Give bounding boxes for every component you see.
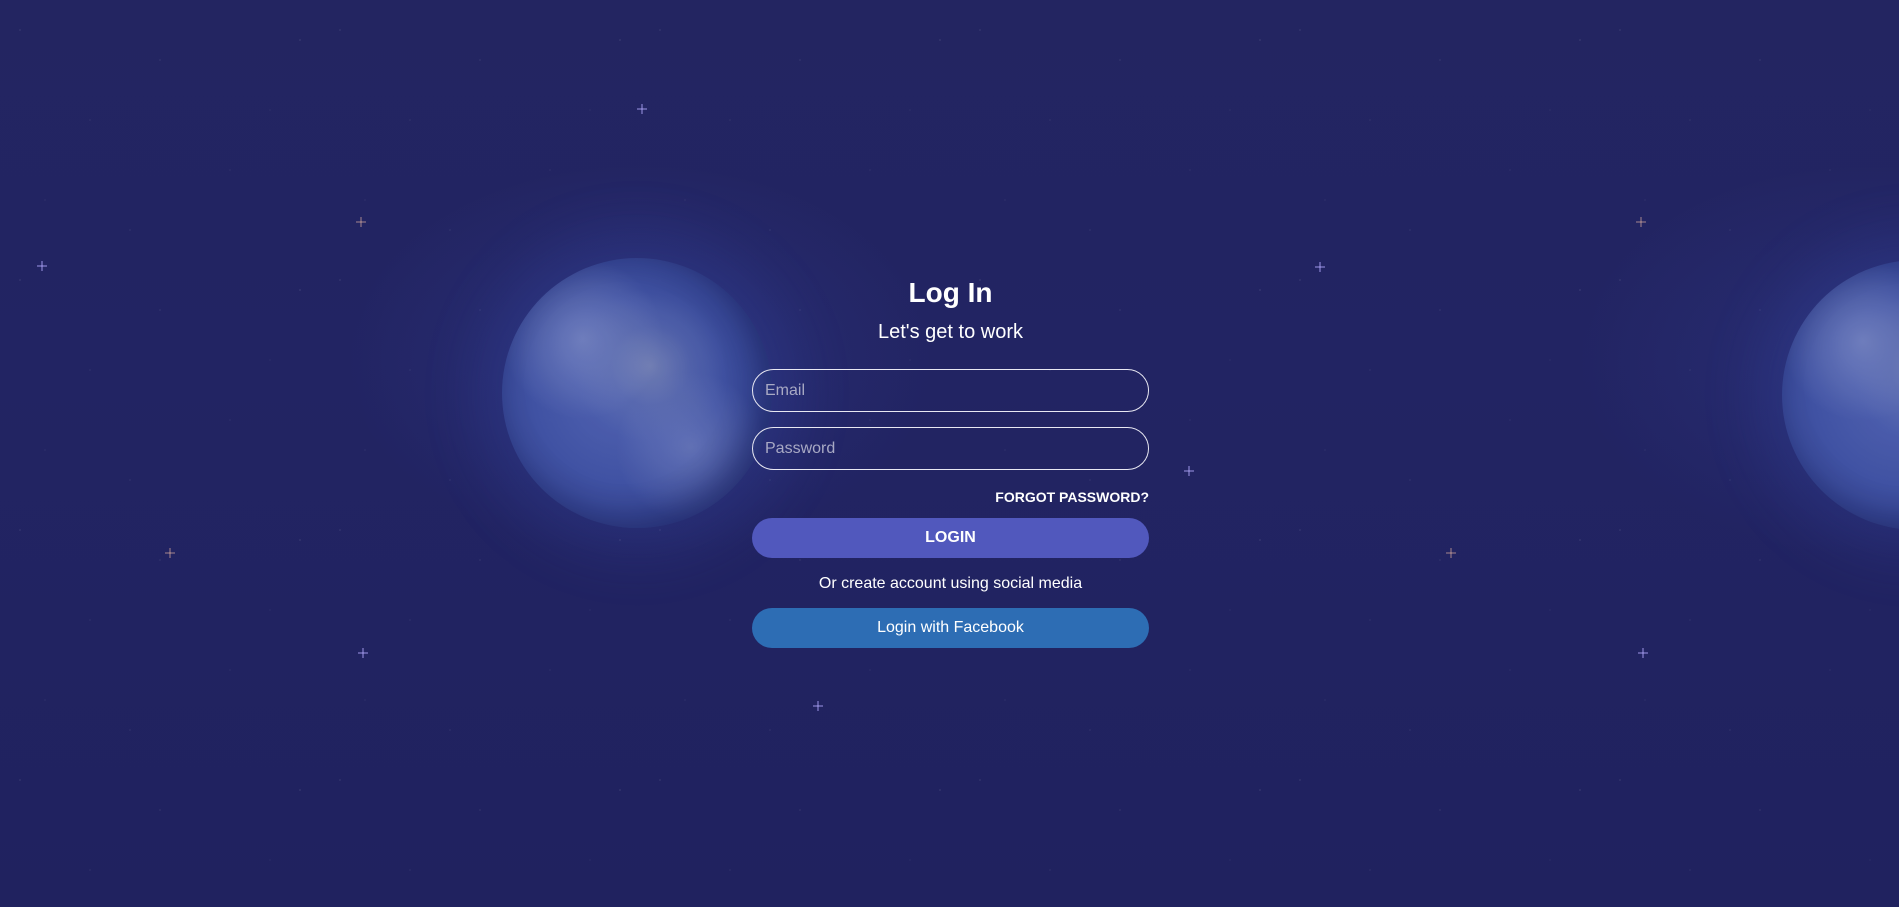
earth-globe-icon bbox=[502, 258, 772, 528]
social-media-caption: Or create account using social media bbox=[818, 575, 1083, 592]
forgot-password-link[interactable]: FORGOT PASSWORD? bbox=[995, 489, 1149, 505]
page-subtitle: Let's get to work bbox=[878, 321, 1023, 343]
facebook-login-button[interactable]: Login with Facebook bbox=[752, 608, 1149, 648]
login-form: Log In Let's get to work FORGOT PASSWORD… bbox=[752, 272, 1149, 648]
password-field[interactable] bbox=[752, 427, 1149, 470]
page-title: Log In bbox=[908, 277, 993, 308]
forgot-password-row: FORGOT PASSWORD? bbox=[752, 489, 1149, 505]
login-button[interactable]: LOGIN bbox=[752, 518, 1149, 558]
email-field[interactable] bbox=[752, 369, 1149, 412]
